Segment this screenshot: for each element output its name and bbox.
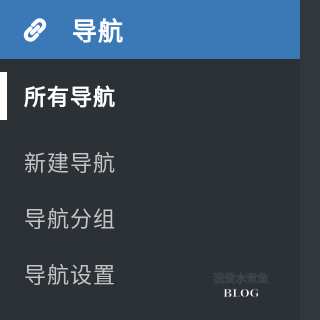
blog-watermark-logo: 我爱水煮鱼 BLOG xyxy=(213,271,269,301)
watermark-text-line2: BLOG xyxy=(223,287,259,300)
submenu-item-all-navigation[interactable]: 所有导航 xyxy=(0,67,300,125)
link-icon xyxy=(18,13,52,47)
menu-header-label: 导航 xyxy=(72,16,125,46)
submenu-item-navigation-groups[interactable]: 导航分组 xyxy=(0,189,300,247)
submenu-item-label: 导航分组 xyxy=(24,208,117,233)
submenu-item-new-navigation[interactable]: 新建导航 xyxy=(0,133,300,191)
admin-menu: 导航 所有导航 新建导航 导航分组 导航设置 我爱水煮鱼 BLOG xyxy=(0,0,300,320)
watermark-text-line1: 我爱水煮鱼 xyxy=(214,271,269,285)
submenu-item-label: 新建导航 xyxy=(24,152,117,177)
submenu-item-label: 所有导航 xyxy=(24,86,117,111)
submenu: 所有导航 新建导航 导航分组 导航设置 我爱水煮鱼 BLOG xyxy=(0,59,300,320)
menu-header-navigation[interactable]: 导航 xyxy=(0,0,300,59)
submenu-item-label: 导航设置 xyxy=(24,264,117,289)
